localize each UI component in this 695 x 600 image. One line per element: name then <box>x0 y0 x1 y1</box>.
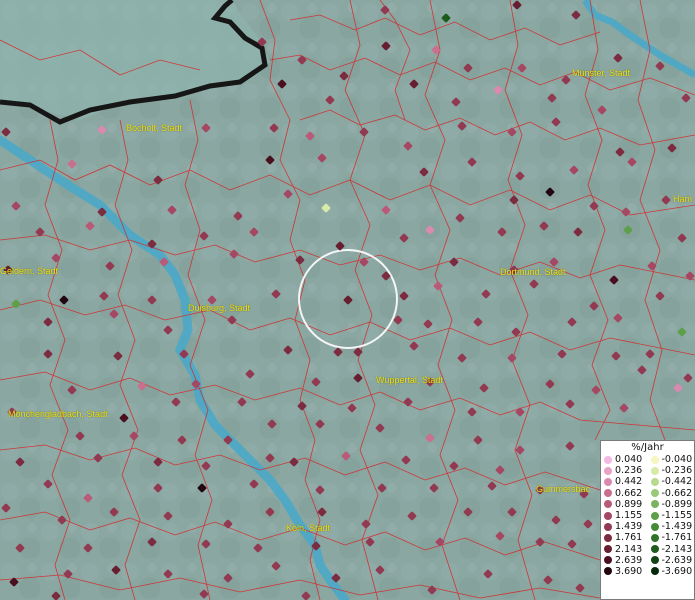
legend-label: 1.439 <box>615 521 643 533</box>
legend-label: -1.761 <box>661 532 693 544</box>
legend-entry: 0.236 <box>601 465 648 476</box>
legend-swatch <box>650 533 659 542</box>
legend-entry: 0.662 <box>601 488 648 499</box>
legend-label: 0.662 <box>615 487 643 499</box>
legend-label: -1.155 <box>661 509 693 521</box>
legend-swatch <box>650 466 659 475</box>
city-label: Bocholt, Stadt <box>126 123 183 133</box>
legend-label: -0.442 <box>661 476 693 488</box>
legend-entry: 2.143 <box>601 544 648 555</box>
legend-entry: -0.040 <box>648 454 695 465</box>
legend-entry: -1.761 <box>648 532 695 543</box>
legend-entry: -0.236 <box>648 465 695 476</box>
legend-swatch <box>604 477 612 486</box>
legend-label: -2.143 <box>661 543 693 555</box>
legend-entry: 2.639 <box>601 555 648 566</box>
legend-label: 3.690 <box>615 565 643 577</box>
legend-swatch <box>650 522 659 531</box>
city-label: Duisburg, Stadt <box>188 303 251 313</box>
legend-entry: -0.442 <box>648 476 695 487</box>
legend-entry: 0.899 <box>601 499 648 510</box>
legend-label: -0.236 <box>661 465 693 477</box>
legend-label: -2.639 <box>661 554 693 566</box>
legend-entry: 0.442 <box>601 476 648 487</box>
legend-entry: 1.155 <box>601 510 648 521</box>
legend-swatch <box>650 489 659 498</box>
legend: %/Jahr 0.040 0.236 0.442 0.662 0.899 1.1… <box>600 440 695 600</box>
legend-label: -0.899 <box>661 498 693 510</box>
legend-entry: 3.690 <box>601 566 648 577</box>
legend-entry: 1.439 <box>601 521 648 532</box>
legend-label: 0.040 <box>615 454 643 465</box>
map-view[interactable]: Münster, Stadt Bocholt, Stadt Ham Dortmu… <box>0 0 695 600</box>
legend-swatch <box>604 522 612 531</box>
city-label: Köln, Stadt <box>286 523 331 533</box>
legend-swatch <box>650 545 659 554</box>
legend-swatch <box>650 567 659 576</box>
city-label: Geldern, Stadt <box>0 266 59 276</box>
legend-swatch <box>604 466 612 475</box>
legend-swatch <box>604 533 612 542</box>
legend-swatch <box>604 511 612 520</box>
legend-label: 0.236 <box>615 465 643 477</box>
legend-swatch <box>604 500 612 509</box>
legend-title: %/Jahr <box>631 442 664 453</box>
legend-label: -3.690 <box>661 565 693 577</box>
legend-entry: -1.155 <box>648 510 695 521</box>
legend-label: -0.662 <box>661 487 693 499</box>
legend-swatch <box>650 477 659 486</box>
legend-swatch <box>604 556 612 565</box>
legend-positive-column: 0.040 0.236 0.442 0.662 0.899 1.155 1.43… <box>601 454 648 577</box>
legend-swatch <box>650 511 659 520</box>
legend-label: 2.639 <box>615 554 643 566</box>
legend-label: -1.439 <box>661 521 693 533</box>
legend-entry: -2.143 <box>648 544 695 555</box>
legend-entry: -0.899 <box>648 499 695 510</box>
legend-swatch <box>604 545 612 554</box>
legend-entry: -3.690 <box>648 566 695 577</box>
city-label: Gummersbac <box>536 484 591 494</box>
legend-entry: -1.439 <box>648 521 695 532</box>
city-label: Ham <box>673 194 693 204</box>
legend-label: 0.899 <box>615 498 643 510</box>
legend-swatch <box>604 567 612 576</box>
legend-entry: 1.761 <box>601 532 648 543</box>
legend-entry: -0.662 <box>648 488 695 499</box>
legend-label: 1.155 <box>615 509 643 521</box>
legend-swatch <box>650 455 659 464</box>
city-label: Wuppertal, Stadt <box>376 375 443 385</box>
city-label: Münster, Stadt <box>572 68 631 78</box>
legend-label: 1.761 <box>615 532 643 544</box>
city-label: Dortmund, Stadt <box>500 267 566 277</box>
legend-label: -0.040 <box>661 454 693 465</box>
legend-swatch <box>650 556 659 565</box>
legend-negative-column: -0.040 -0.236 -0.442 -0.662 -0.899 -1.15… <box>648 454 695 577</box>
legend-swatch <box>604 455 612 464</box>
legend-swatch <box>604 489 612 498</box>
legend-label: 0.442 <box>615 476 643 488</box>
legend-entry: -2.639 <box>648 555 695 566</box>
city-label: Mönchengladbach, Stadt <box>8 409 108 419</box>
legend-label: 2.143 <box>615 543 643 555</box>
map-canvas[interactable] <box>0 0 695 600</box>
legend-swatch <box>650 500 659 509</box>
legend-entry: 0.040 <box>601 454 648 465</box>
